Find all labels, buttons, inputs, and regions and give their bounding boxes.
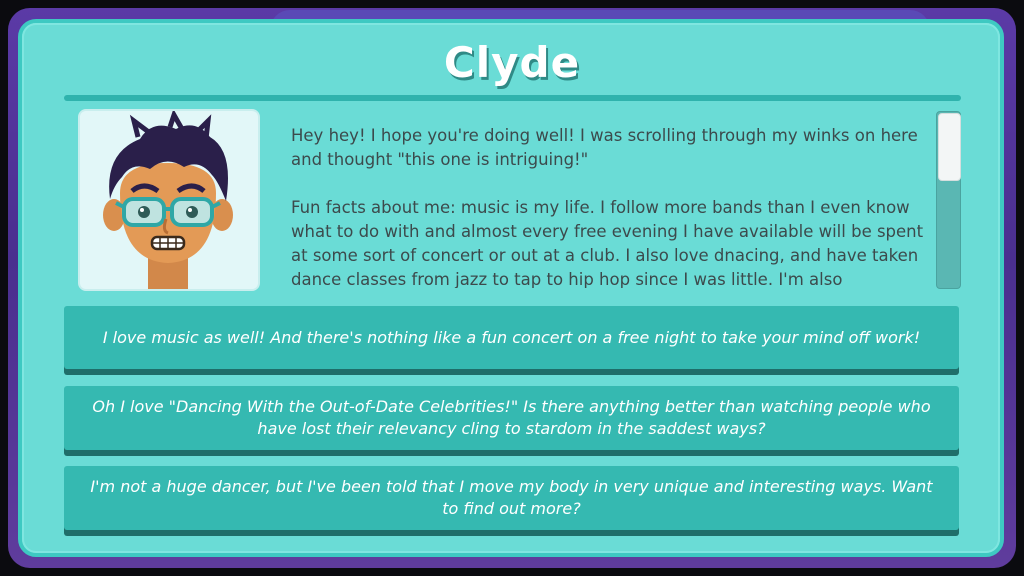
choice-text: I love music as well! And there's nothin… xyxy=(102,327,921,347)
clyde-portrait-icon xyxy=(103,111,233,289)
title-divider xyxy=(64,95,961,101)
dialog-choice-3[interactable]: I'm not a huge dancer, but I've been tol… xyxy=(64,466,959,530)
character-bio: Hey hey! I hope you're doing well! I was… xyxy=(291,126,924,288)
dialog-choice-1[interactable]: I love music as well! And there's nothin… xyxy=(64,306,959,369)
dialog-choice-2[interactable]: Oh I love "Dancing With the Out-of-Date … xyxy=(64,386,959,450)
scrollbar-thumb[interactable] xyxy=(938,113,961,181)
character-name: Clyde xyxy=(443,38,581,87)
choice-text: Oh I love "Dancing With the Out-of-Date … xyxy=(92,397,931,438)
choice-text: I'm not a huge dancer, but I've been tol… xyxy=(90,477,933,518)
character-portrait xyxy=(78,109,260,291)
bio-scrollbar[interactable] xyxy=(936,111,961,289)
